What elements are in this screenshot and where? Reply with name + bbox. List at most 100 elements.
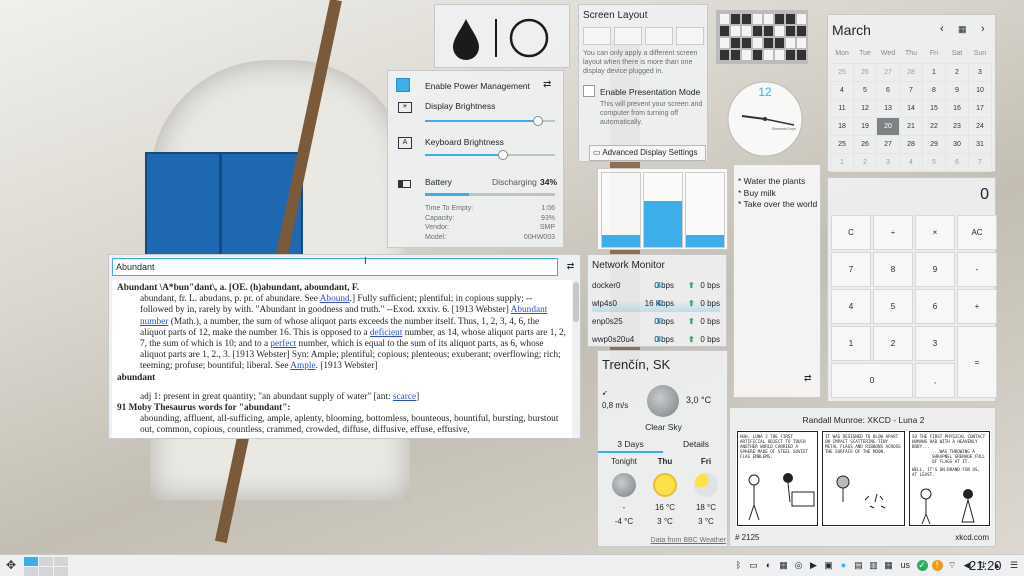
chevron-right-icon[interactable]: › [981, 23, 985, 35]
desktop-3[interactable] [54, 557, 68, 566]
digital-clock[interactable]: 21:20 [969, 558, 1002, 573]
calendar-day[interactable]: 5 [922, 152, 946, 172]
calendar-day[interactable]: 31 [968, 134, 992, 154]
calendar-day[interactable]: 7 [968, 152, 992, 172]
calc-button[interactable]: 4 [831, 289, 871, 324]
calendar-day[interactable]: 21 [899, 116, 923, 136]
desktop-2[interactable] [39, 557, 53, 566]
calendar-day[interactable]: 2 [853, 152, 877, 172]
layout-option-icon[interactable] [583, 27, 611, 45]
bluetooth-icon[interactable]: ᛒ [733, 560, 744, 571]
calc-button[interactable]: 7 [831, 252, 871, 287]
calendar-day[interactable]: 5 [853, 80, 877, 100]
calendar-day[interactable]: 26 [853, 134, 877, 154]
calc-button[interactable]: = [957, 326, 997, 398]
calendar-day[interactable]: 2 [945, 62, 969, 82]
layout-option-icon[interactable] [645, 27, 673, 45]
calendar-today-icon[interactable]: ▦ [958, 24, 967, 35]
calendar-day[interactable]: 16 [945, 98, 969, 118]
calendar-day[interactable]: 3 [968, 62, 992, 82]
presentation-mode-checkbox[interactable] [583, 85, 595, 97]
calendar-day[interactable]: 6 [945, 152, 969, 172]
power-tray-icon[interactable]: ◐ [763, 560, 774, 571]
media-icon[interactable]: ▶ [808, 560, 819, 571]
calc-button[interactable]: 1 [831, 326, 871, 361]
calc-button[interactable]: ÷ [873, 215, 913, 250]
krunner-search-input[interactable]: Abundant [112, 258, 558, 276]
chevron-left-icon[interactable]: ‹ [940, 23, 944, 35]
dict-scrollbar[interactable] [573, 282, 579, 322]
calc-button[interactable]: 9 [915, 252, 955, 287]
virtual-desktop-pager[interactable] [24, 557, 68, 576]
calendar-day[interactable]: 28 [899, 62, 923, 82]
calendar-day[interactable]: 4 [899, 152, 923, 172]
layout-option-icon[interactable] [676, 27, 704, 45]
calc-button[interactable]: 8 [873, 252, 913, 287]
calendar-day[interactable]: 1 [830, 152, 854, 172]
calendar-day[interactable]: 8 [922, 80, 946, 100]
calendar-day[interactable]: 6 [876, 80, 900, 100]
calc-button[interactable]: × [915, 215, 955, 250]
link-abound[interactable]: Abound [320, 294, 350, 304]
calendar-day[interactable]: 28 [899, 134, 923, 154]
notes-content[interactable]: * Water the plants * Buy milk * Take over … [738, 176, 820, 211]
calendar-day[interactable]: 14 [899, 98, 923, 118]
calendar-day[interactable]: 25 [830, 62, 854, 82]
keyboard-brightness-slider[interactable] [425, 150, 555, 160]
keyboard-layout-indicator[interactable]: us [901, 560, 911, 571]
calendar-day[interactable]: 9 [945, 80, 969, 100]
clipboard-icon[interactable]: ▥ [868, 560, 879, 571]
xkcd-site-link[interactable]: xkcd.com [955, 533, 989, 542]
calendar-day[interactable]: 17 [968, 98, 992, 118]
link-scarce[interactable]: scarce [393, 392, 416, 402]
calc-button[interactable]: 6 [915, 289, 955, 324]
display-brightness-slider[interactable] [425, 116, 555, 126]
vault-icon[interactable]: ◎ [793, 560, 804, 571]
calendar-day[interactable]: 7 [899, 80, 923, 100]
calendar-day[interactable]: 24 [968, 116, 992, 136]
weather-source-link[interactable]: Data from BBC Weather [598, 537, 726, 544]
desktop-1[interactable] [24, 557, 38, 566]
updates-ok-icon[interactable]: ✓ [916, 560, 928, 571]
calc-button[interactable]: AC [957, 215, 997, 250]
calendar-day[interactable]: 18 [830, 116, 854, 136]
calendar-day[interactable]: 11 [830, 98, 854, 118]
calendar-day[interactable]: 20 [876, 116, 900, 136]
package-icon[interactable]: ▦ [883, 560, 894, 571]
calendar-day[interactable]: 29 [922, 134, 946, 154]
link-ample[interactable]: Ample [290, 361, 315, 371]
desktop-5[interactable] [39, 567, 53, 576]
calendar-day[interactable]: 23 [945, 116, 969, 136]
calendar-day[interactable]: 15 [922, 98, 946, 118]
link-perfect[interactable]: perfect [270, 339, 296, 349]
weather-tray-icon[interactable]: ● [838, 560, 849, 571]
xkcd-comic-image[interactable]: HUH, LUNA 2 THE FIRST ARTIFICIAL OBJECT … [736, 430, 991, 527]
calc-button[interactable]: + [957, 289, 997, 324]
notification-warning-icon[interactable]: ! [931, 560, 943, 571]
krunner-settings-icon[interactable]: ⇄ [562, 259, 579, 275]
calendar-day[interactable]: 1 [922, 62, 946, 82]
calendar-day[interactable]: 27 [876, 62, 900, 82]
calc-button[interactable]: C [831, 215, 871, 250]
power-management-checkbox[interactable] [396, 78, 410, 92]
calendar-day[interactable]: 30 [945, 134, 969, 154]
calc-button[interactable]: - [957, 252, 997, 287]
calc-button[interactable]: , [915, 363, 955, 398]
layout-option-icon[interactable] [614, 27, 642, 45]
notes-settings-icon[interactable]: ⇄ [804, 373, 812, 384]
monitor-tray-icon[interactable]: ▣ [823, 560, 834, 571]
calendar-day[interactable]: 22 [922, 116, 946, 136]
pager-tray-icon[interactable]: ▦ [778, 560, 789, 571]
calendar-day[interactable]: 19 [853, 116, 877, 136]
calendar-day[interactable]: 25 [830, 134, 854, 154]
advanced-display-settings-button[interactable]: ▭ Advanced Display Settings [589, 145, 706, 161]
calendar-day[interactable]: 4 [830, 80, 854, 100]
panel-settings-icon[interactable]: ☰ [1010, 560, 1018, 571]
calendar-day[interactable]: 12 [853, 98, 877, 118]
calendar-day[interactable]: 26 [853, 62, 877, 82]
calc-button[interactable]: 3 [915, 326, 955, 361]
link-deficient[interactable]: deficient [370, 328, 403, 338]
tab-details[interactable]: Details [663, 437, 729, 453]
application-launcher-icon[interactable]: ✥ [6, 558, 16, 572]
settings-sliders-icon[interactable]: ⇄ [543, 79, 551, 90]
